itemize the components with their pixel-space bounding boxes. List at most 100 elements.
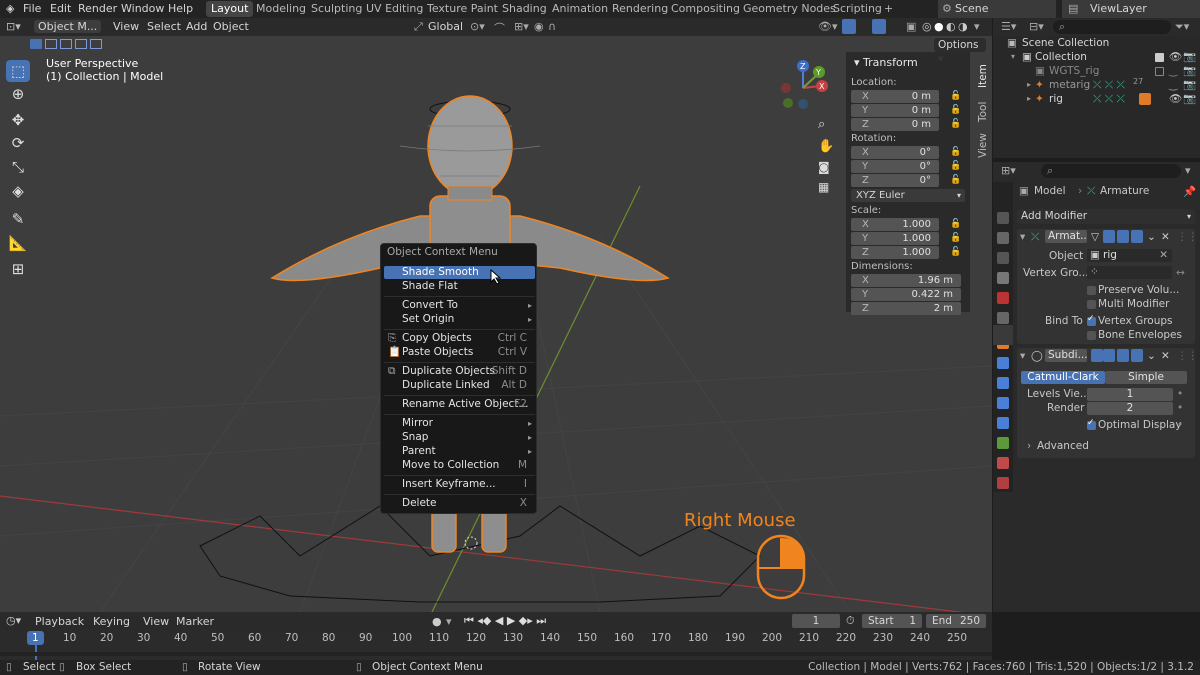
menu-window[interactable]: Window [121,2,164,15]
timeline-scrollbar[interactable] [0,652,992,656]
transform-panel-title[interactable]: ▾ Transform [854,56,918,69]
animate-dot-icon[interactable]: • [1177,388,1183,400]
levels-viewport-field[interactable]: 1 [1087,388,1173,401]
menu-item-shade-flat[interactable]: Shade Flat [384,280,535,293]
auto-keying-icon[interactable]: ● [432,615,442,628]
close-icon[interactable]: ✕ [1161,231,1170,243]
mode-dropdown[interactable]: Object M... [34,20,102,33]
tab-shading[interactable]: Shading [502,2,547,15]
advanced-expand-icon[interactable]: › [1027,440,1031,452]
tab-tool-label[interactable]: Tool [977,102,989,122]
annotate-tool-icon[interactable]: ✎ [6,208,30,230]
tab-layout[interactable]: Layout [206,1,254,17]
vertex-groups-checkbox[interactable] [1087,314,1096,326]
tab-compositing[interactable]: Compositing [671,2,740,15]
pan-hand-icon[interactable]: ✋ [818,139,834,154]
rotate-tool-icon[interactable]: ⟳ [6,132,30,154]
output-tab-icon[interactable] [997,252,1009,264]
data-tab-icon[interactable] [997,437,1009,449]
viewport-menu-object[interactable]: Object [213,20,249,33]
solid-shading-icon[interactable]: ● [934,20,944,33]
rotation-y-field[interactable]: Y 0° [851,160,939,173]
subdivision-modifier-name[interactable]: Subdi... [1045,349,1087,362]
filter-icon[interactable]: ⏷▾ [1175,20,1189,34]
scale-z-field[interactable]: Z 1.000 [851,246,939,259]
menu-help[interactable]: Help [168,2,193,15]
add-modifier-dropdown[interactable]: Add Modifier ▾ [1017,209,1195,224]
timeline-editor-icon[interactable]: ◷▾ [6,614,21,627]
tab-geometry-nodes[interactable]: Geometry Nodes [743,2,836,15]
close-icon[interactable]: ✕ [1161,350,1170,362]
menu-item-duplicate-objects[interactable]: ⧉ Duplicate Objects Shift D [384,365,535,378]
outliner-row-collection[interactable]: ▾ ▣ Collection 👁 📷 [993,50,1200,64]
move-tool-icon[interactable]: ✥ [6,109,30,131]
timeline-menu-marker[interactable]: Marker [176,615,214,628]
modifier-wrench-icon[interactable] [997,357,1009,369]
particles-tab-icon[interactable] [997,377,1009,389]
editor-type-icon[interactable]: ⊡▾ [6,20,21,33]
preserve-volume-checkbox[interactable] [1087,286,1096,295]
texture-tab-icon[interactable] [997,477,1009,489]
select-subtract-icon[interactable] [60,39,72,49]
timeline-menu-playback[interactable]: Playback [35,615,84,628]
simple-button[interactable]: Simple [1105,371,1187,384]
timeline-menu-keying[interactable]: Keying [93,615,130,628]
edit-mode-toggle-icon[interactable]: ▽ [1091,231,1099,243]
on-cage-toggle-icon[interactable] [1103,349,1115,362]
render-toggle-icon[interactable] [1131,349,1143,362]
menu-item-parent[interactable]: Parent ▸ [384,445,535,458]
dropdown-icon[interactable]: ▾ [1185,164,1191,177]
invert-icon[interactable]: ↔ [1176,267,1185,279]
animate-dot-icon[interactable]: • [1177,419,1183,431]
catmull-clark-button[interactable]: Catmull-Clark [1021,371,1105,384]
shading-options-icon[interactable]: ▾ [974,20,980,33]
measure-tool-icon[interactable]: 📐 [6,232,30,254]
viewport-menu-add[interactable]: Add [186,20,207,33]
edit-mode-toggle-icon[interactable] [1091,349,1103,362]
outliner-editor-icon[interactable]: ☰▾ [1001,20,1016,33]
snap-icon[interactable]: ⌒ [494,20,505,36]
lock-icon[interactable]: 🔓 [950,91,961,101]
viewport-toggle-icon[interactable] [1117,230,1129,243]
menu-item-shade-smooth[interactable]: Shade Smooth [384,266,535,279]
properties-editor-icon[interactable]: ⊞▾ [1001,164,1016,177]
tool-tab-icon[interactable] [997,212,1009,224]
drag-handle-icon[interactable]: ⋮⋮ [1177,350,1198,362]
select-intersect-icon[interactable] [90,39,102,49]
perspective-grid-icon[interactable]: ▦ [818,180,829,194]
wireframe-shading-icon[interactable]: ◎ [922,20,932,33]
render-levels-field[interactable]: 2 [1087,402,1173,415]
rotation-z-field[interactable]: Z 0° [851,174,939,187]
material-shading-icon[interactable]: ◐ [946,20,956,33]
transform-tool-icon[interactable]: ◈ [6,180,30,202]
tab-sculpting[interactable]: Sculpting [311,2,362,15]
current-frame-field[interactable]: 1 [792,614,840,628]
render-toggle-icon[interactable] [1131,230,1143,243]
select-invert-icon[interactable] [75,39,87,49]
gizmo-toggle-icon[interactable] [842,19,856,34]
lock-icon[interactable]: 🔓 [950,175,961,185]
tab-scripting[interactable]: Scripting [833,2,882,15]
menu-item-set-origin[interactable]: Set Origin ▸ [384,313,535,326]
select-extend-icon[interactable] [45,39,57,49]
drag-handle-icon[interactable]: ⋮⋮ [1177,231,1198,243]
lock-icon[interactable]: 🔓 [950,147,961,157]
menu-edit[interactable]: Edit [50,2,71,15]
optimal-display-checkbox[interactable] [1087,418,1096,430]
zoom-icon[interactable]: ⌕ [818,117,825,132]
menu-item-mirror[interactable]: Mirror ▸ [384,417,535,430]
xray-icon[interactable]: ▣ [906,20,916,33]
menu-render[interactable]: Render [78,2,117,15]
dimension-z-field[interactable]: Z2 m [851,302,961,315]
display-mode-icon[interactable]: ⊟▾ [1029,20,1044,33]
location-x-field[interactable]: X0 m [851,90,939,103]
scale-tool-icon[interactable]: ⤡ [6,156,30,178]
timer-icon[interactable]: ⏱ [846,614,855,628]
location-z-field[interactable]: Z0 m [851,118,939,131]
tab-animation[interactable]: Animation [552,2,608,15]
multi-modifier-checkbox[interactable] [1087,300,1096,309]
rotation-x-field[interactable]: X 0° [851,146,939,159]
material-tab-icon[interactable] [997,457,1009,469]
render-tab-icon[interactable] [997,232,1009,244]
outliner-row-wgts-rig[interactable]: ▣ WGTS_rig ‿ 📷 [993,64,1200,78]
